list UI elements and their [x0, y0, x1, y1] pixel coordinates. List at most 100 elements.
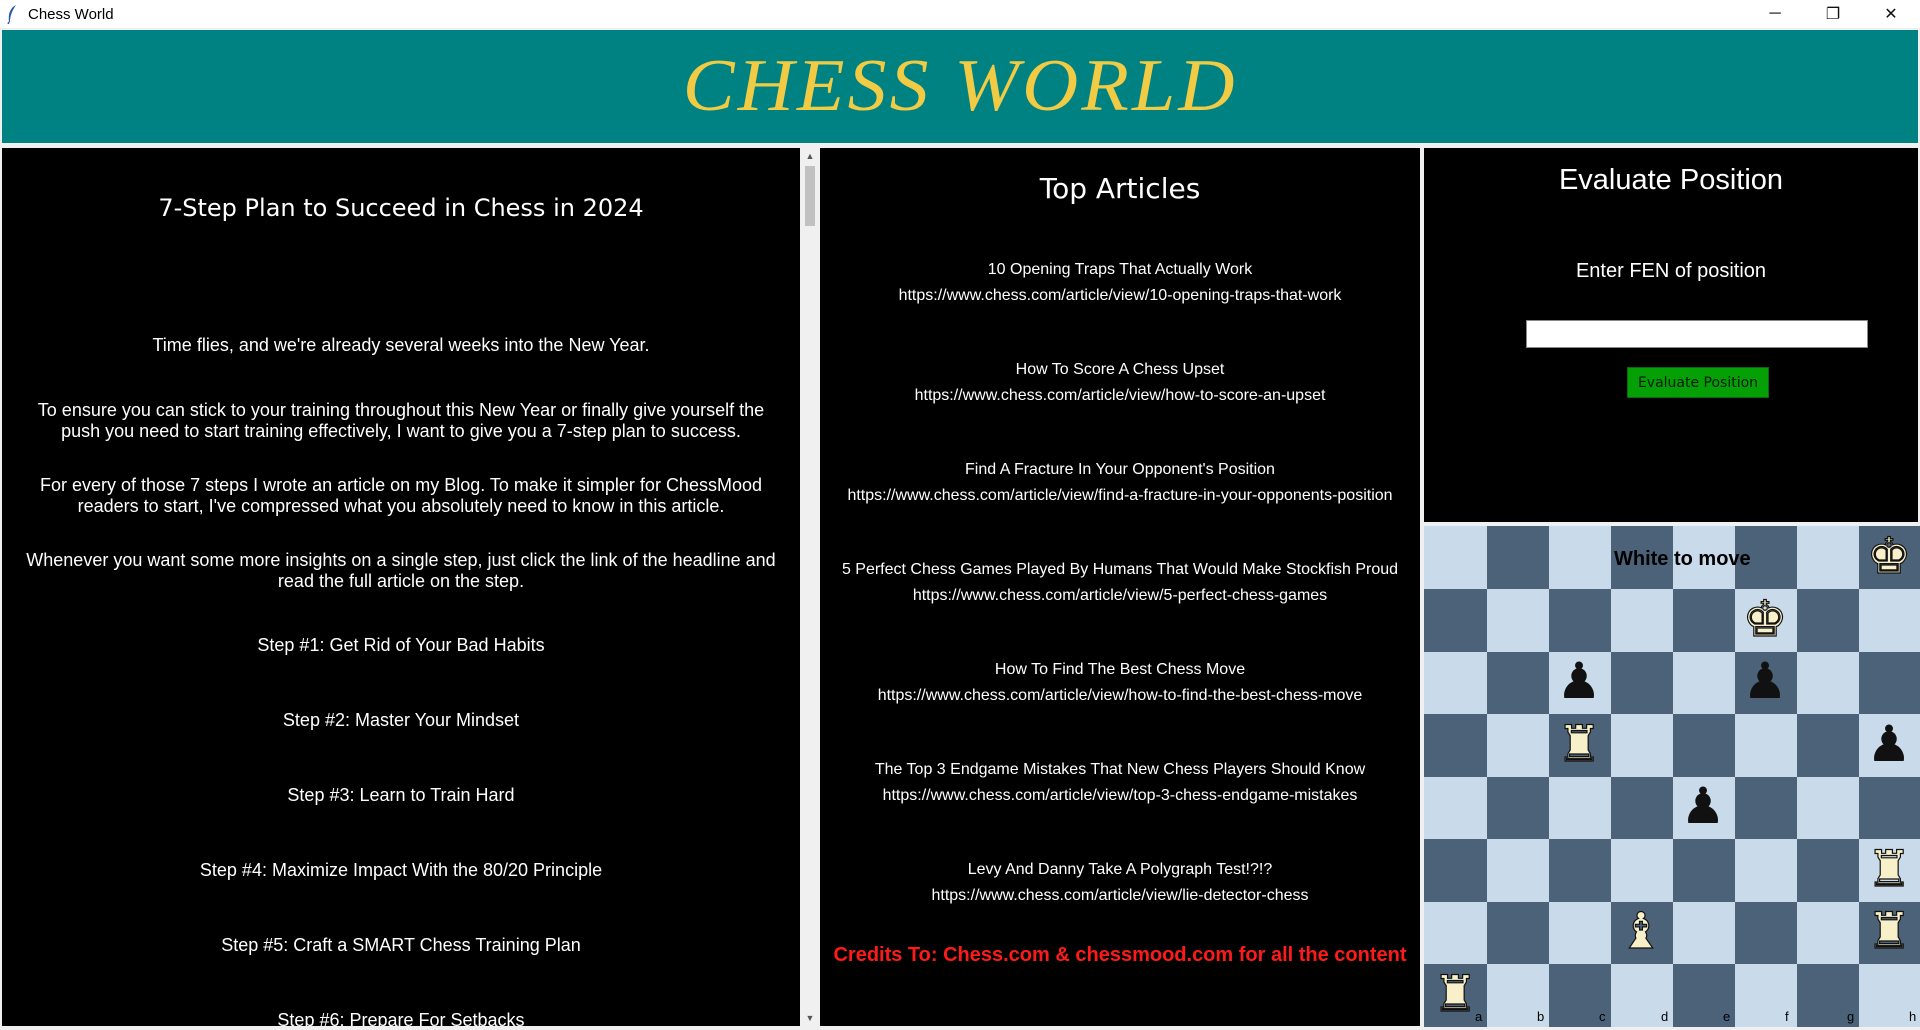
board-square-c2[interactable] — [1548, 901, 1611, 964]
board-square-b3[interactable] — [1486, 838, 1549, 902]
article-link-title[interactable]: The Top 3 Endgame Mistakes That New Ches… — [820, 757, 1420, 783]
article-step[interactable]: Step #5: Craft a SMART Chess Training Pl… — [2, 935, 800, 956]
black-pawn-icon[interactable]: ♟ — [1858, 714, 1920, 774]
evaluate-button[interactable]: Evaluate Position — [1627, 367, 1769, 398]
scroll-thumb[interactable] — [805, 166, 815, 226]
evaluate-title: Evaluate Position — [1558, 164, 1784, 196]
white-rook-icon[interactable]: ♜ — [1424, 964, 1486, 1024]
article-scrollbar[interactable]: ▲ ▼ — [802, 148, 818, 1026]
article-link-title[interactable]: Levy And Danny Take A Polygraph Test!?!? — [820, 857, 1420, 883]
credits-text: Credits To: Chess.com & chessmood.com fo… — [833, 944, 1407, 966]
white-king-icon[interactable]: ♚ — [1734, 589, 1796, 649]
article-link-item[interactable]: 10 Opening Traps That Actually Work http… — [820, 257, 1420, 309]
board-square-d5[interactable] — [1610, 713, 1673, 777]
white-king-icon[interactable]: ♚ — [1858, 526, 1920, 586]
file-label-c: c — [1599, 1009, 1606, 1024]
article-step[interactable]: Step #2: Master Your Mindset — [2, 710, 800, 731]
board-square-f3[interactable] — [1734, 838, 1797, 902]
article-link-title[interactable]: 10 Opening Traps That Actually Work — [820, 257, 1420, 283]
board-square-d3[interactable] — [1610, 838, 1673, 902]
board-square-a6[interactable] — [1424, 651, 1487, 714]
board-square-g7[interactable] — [1796, 588, 1859, 652]
board-square-a7[interactable] — [1424, 588, 1487, 652]
board-square-e7[interactable] — [1672, 588, 1735, 652]
board-square-b6[interactable] — [1486, 651, 1549, 714]
board-square-g5[interactable] — [1796, 713, 1859, 777]
scroll-down-icon[interactable]: ▼ — [802, 1010, 818, 1026]
board-square-d4[interactable] — [1610, 776, 1673, 839]
board-square-g3[interactable] — [1796, 838, 1859, 902]
board-square-b4[interactable] — [1486, 776, 1549, 839]
article-link-url[interactable]: https://www.chess.com/article/view/find-… — [820, 483, 1420, 509]
board-square-c3[interactable] — [1548, 838, 1611, 902]
board-square-c7[interactable] — [1548, 588, 1611, 652]
article-step[interactable]: Step #6: Prepare For Setbacks — [2, 1010, 800, 1026]
article-link-item[interactable]: How To Find The Best Chess Move https://… — [820, 657, 1420, 709]
top-articles-title: Top Articles — [1039, 172, 1201, 205]
board-square-f2[interactable] — [1734, 901, 1797, 964]
article-link-url[interactable]: https://www.chess.com/article/view/how-t… — [820, 383, 1420, 409]
board-square-e5[interactable] — [1672, 713, 1735, 777]
board-square-h6[interactable] — [1858, 651, 1920, 714]
board-square-b7[interactable] — [1486, 588, 1549, 652]
board-square-g8[interactable] — [1796, 526, 1859, 589]
close-button[interactable]: ✕ — [1862, 0, 1920, 28]
article-link-url[interactable]: https://www.chess.com/article/view/5-per… — [820, 583, 1420, 609]
restore-button[interactable]: ❐ — [1804, 0, 1862, 28]
board-square-f5[interactable] — [1734, 713, 1797, 777]
fen-input[interactable] — [1526, 320, 1868, 348]
board-square-g4[interactable] — [1796, 776, 1859, 839]
article-link-title[interactable]: Find A Fracture In Your Opponent's Posit… — [820, 457, 1420, 483]
article-link-title[interactable]: How To Score A Chess Upset — [820, 357, 1420, 383]
window-titlebar: Chess World ─ ❐ ✕ — [0, 0, 1920, 28]
board-square-a2[interactable] — [1424, 901, 1487, 964]
article-link-title[interactable]: 5 Perfect Chess Games Played By Humans T… — [820, 557, 1420, 583]
board-square-b8[interactable] — [1486, 526, 1549, 589]
article-link-item[interactable]: 5 Perfect Chess Games Played By Humans T… — [820, 557, 1420, 609]
article-paragraph: Time flies, and we're already several we… — [152, 335, 650, 355]
white-rook-icon[interactable]: ♜ — [1858, 839, 1920, 899]
board-square-f4[interactable] — [1734, 776, 1797, 839]
article-step[interactable]: Step #3: Learn to Train Hard — [2, 785, 800, 806]
board-square-g6[interactable] — [1796, 651, 1859, 714]
minimize-button[interactable]: ─ — [1746, 0, 1804, 28]
white-rook-icon[interactable]: ♜ — [1548, 714, 1610, 774]
board-square-e2[interactable] — [1672, 901, 1735, 964]
board-square-c4[interactable] — [1548, 776, 1611, 839]
black-pawn-icon[interactable]: ♟ — [1734, 651, 1796, 711]
article-link-title[interactable]: How To Find The Best Chess Move — [820, 657, 1420, 683]
header-banner: CHESS WORLD — [2, 30, 1918, 143]
article-link-url[interactable]: https://www.chess.com/article/view/10-op… — [820, 283, 1420, 309]
board-square-e6[interactable] — [1672, 651, 1735, 714]
article-step[interactable]: Step #1: Get Rid of Your Bad Habits — [2, 635, 800, 656]
white-bishop-icon[interactable]: ♝ — [1610, 901, 1672, 961]
window-controls: ─ ❐ ✕ — [1746, 0, 1920, 28]
article-link-item[interactable]: Find A Fracture In Your Opponent's Posit… — [820, 457, 1420, 509]
chess-board[interactable]: a b c d e f g h ♚ ♚ ♟ ♟ ♜ ♟ ♟ ♜ ♝ ♜ ♜ White to move — [1424, 526, 1920, 1027]
board-square-c8[interactable] — [1548, 526, 1611, 589]
board-square-h4[interactable] — [1858, 776, 1920, 839]
board-square-a5[interactable] — [1424, 713, 1487, 777]
board-square-e3[interactable] — [1672, 838, 1735, 902]
board-square-b2[interactable] — [1486, 901, 1549, 964]
article-link-item[interactable]: Levy And Danny Take A Polygraph Test!?!?… — [820, 857, 1420, 909]
black-pawn-icon[interactable]: ♟ — [1672, 776, 1734, 836]
board-square-a8[interactable] — [1424, 526, 1487, 589]
board-square-a3[interactable] — [1424, 838, 1487, 902]
board-square-a4[interactable] — [1424, 776, 1487, 839]
board-square-d7[interactable] — [1610, 588, 1673, 652]
article-step[interactable]: Step #4: Maximize Impact With the 80/20 … — [2, 860, 800, 881]
window-title: Chess World — [28, 5, 114, 23]
board-square-g2[interactable] — [1796, 901, 1859, 964]
article-link-url[interactable]: https://www.chess.com/article/view/how-t… — [820, 683, 1420, 709]
scroll-up-icon[interactable]: ▲ — [802, 148, 818, 164]
article-link-item[interactable]: How To Score A Chess Upset https://www.c… — [820, 357, 1420, 409]
article-link-url[interactable]: https://www.chess.com/article/view/lie-d… — [820, 883, 1420, 909]
board-square-b5[interactable] — [1486, 713, 1549, 777]
black-pawn-icon[interactable]: ♟ — [1548, 651, 1610, 711]
white-rook-icon[interactable]: ♜ — [1858, 901, 1920, 961]
article-link-url[interactable]: https://www.chess.com/article/view/top-3… — [820, 783, 1420, 809]
article-link-item[interactable]: The Top 3 Endgame Mistakes That New Ches… — [820, 757, 1420, 809]
board-square-d6[interactable] — [1610, 651, 1673, 714]
board-square-h7[interactable] — [1858, 588, 1920, 652]
